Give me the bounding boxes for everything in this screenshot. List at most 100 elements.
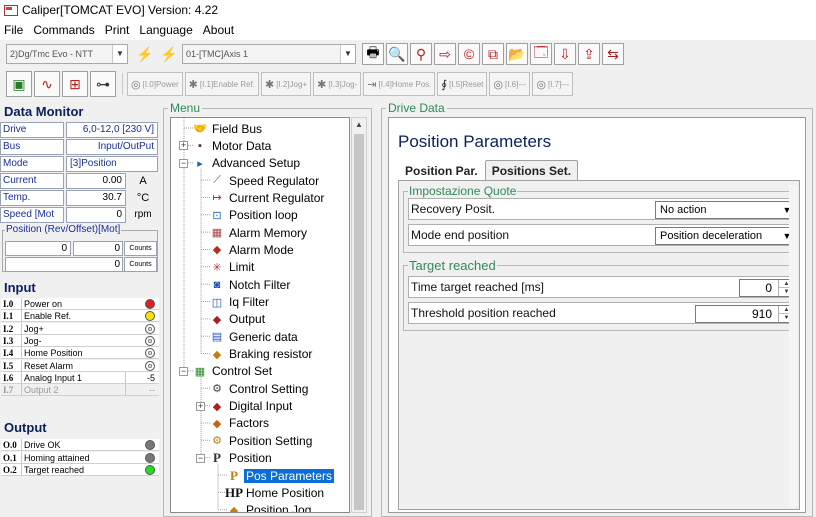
- disconnect-icon[interactable]: ⚡: [134, 43, 156, 65]
- reset-icon: ∮: [441, 78, 448, 91]
- menu-scrollbar[interactable]: ▲: [351, 117, 367, 513]
- tree-item-position-jog[interactable]: ◆ Position Jog: [227, 502, 313, 512]
- power-button[interactable]: ◎ [I.0]Power: [127, 72, 183, 96]
- tree-item-field-bus[interactable]: 🤝 Field Bus: [193, 120, 264, 137]
- tree-item-label: Alarm Memory: [229, 225, 308, 240]
- data-monitor-title: Data Monitor: [4, 104, 84, 119]
- menu-print[interactable]: Print: [105, 23, 130, 37]
- collapse-icon[interactable]: −: [196, 453, 205, 463]
- expand-icon[interactable]: +: [179, 141, 188, 151]
- tree-item-digital-input[interactable]: ◆ Digital Input: [210, 398, 294, 415]
- jog-plus-button[interactable]: ✱ [I.2]Jog+: [261, 72, 312, 96]
- export-icon[interactable]: ⇪: [578, 43, 600, 65]
- dm-row-speed: Speed [Mot 0 rpm: [0, 207, 160, 223]
- chevron-down-icon[interactable]: ▼: [112, 45, 127, 63]
- connect-icon[interactable]: ⚡: [158, 43, 180, 65]
- collapse-icon[interactable]: −: [179, 366, 188, 376]
- monitor-icon[interactable]: ▣: [6, 71, 32, 97]
- input-row[interactable]: I.4 Home Position: [1, 347, 159, 360]
- tree-item-notch-filter[interactable]: ◙ Notch Filter: [210, 276, 292, 293]
- tree-item-braking-resistor[interactable]: ◆ Braking resistor: [210, 346, 314, 363]
- jog-minus-button[interactable]: ✱ [I.3]Jog-: [313, 72, 362, 96]
- input-row[interactable]: I.2 Jog+: [1, 322, 159, 335]
- tree-item-position[interactable]: P Position: [210, 450, 274, 467]
- field-label: Threshold position reached: [411, 306, 556, 320]
- download-icon[interactable]: ⇨: [434, 43, 456, 65]
- dm-unit: °C: [136, 192, 150, 204]
- input-row[interactable]: I.1 Enable Ref.: [1, 310, 159, 323]
- mode-end-position-select[interactable]: Position deceleration ▼: [655, 227, 795, 245]
- tree-item-alarm-mode[interactable]: ◆ Alarm Mode: [210, 241, 296, 258]
- tree-item-current-regulator[interactable]: ↦ Current Regulator: [210, 189, 326, 206]
- input-row[interactable]: I.3 Jog-: [1, 334, 159, 347]
- oscilloscope-icon[interactable]: ∿: [34, 71, 60, 97]
- drive-scrollbar[interactable]: [789, 185, 797, 507]
- menu-panel: Menu 🤝 Field Bus ▪ Motor Data + ▸ Advanced Set…: [163, 101, 372, 517]
- tree-item-generic-data[interactable]: ▤ Generic data: [210, 328, 300, 345]
- dm-label: Speed [Mot: [0, 207, 64, 223]
- time-target-reached-input[interactable]: 0 ▲ ▼: [739, 279, 795, 297]
- save-icon[interactable]: 🗔: [530, 43, 552, 65]
- chevron-down-icon[interactable]: ▼: [340, 45, 355, 63]
- position-loop-icon: ⊡: [212, 209, 222, 222]
- print-icon[interactable]: 🖶: [362, 43, 384, 65]
- tree-item-pos-parameters[interactable]: P Pos Parameters: [227, 467, 335, 484]
- scroll-thumb[interactable]: [354, 134, 364, 510]
- reset-button[interactable]: ∮ [I.5]Reset: [437, 72, 488, 96]
- threshold-position-input[interactable]: 910 ▲ ▼: [695, 305, 795, 323]
- toolbar-row-2: ▣ ∿ ⊞ ⊶ ◎ [I.0]Power ✱ [I.1]Enable Ref. ✱[…: [0, 69, 816, 99]
- collapse-icon[interactable]: −: [179, 158, 188, 168]
- menu-about[interactable]: About: [203, 23, 234, 37]
- enable-ref-button[interactable]: ✱ [I.1]Enable Ref.: [184, 72, 259, 96]
- dm-row-bus: Bus Input/OutPut: [0, 139, 160, 155]
- input-row[interactable]: I.0 Power on: [1, 298, 159, 310]
- tree-item-limit[interactable]: ✳ Limit: [210, 259, 256, 276]
- menu-tree[interactable]: 🤝 Field Bus ▪ Motor Data + ▸ Advanced Setup − ⟋ S…: [170, 117, 350, 513]
- input-row[interactable]: I.6 Analog Input 1 -5: [1, 371, 159, 384]
- upload-icon[interactable]: ©: [458, 43, 480, 65]
- input-value: --: [125, 384, 157, 397]
- tree-item-output[interactable]: ◆ Output: [210, 311, 267, 328]
- output-row: O.2 Target reached: [1, 464, 159, 476]
- tree-item-alarm-memory[interactable]: ▦ Alarm Memory: [210, 224, 309, 241]
- tree-item-iq-filter[interactable]: ◫ Iq Filter: [210, 294, 271, 311]
- compare-icon[interactable]: ⇆: [602, 43, 624, 65]
- tab-position-par[interactable]: Position Par.: [398, 160, 485, 180]
- menu-language[interactable]: Language: [139, 23, 192, 37]
- tree-item-control-set[interactable]: ▦ Control Set: [193, 363, 274, 380]
- open-folder-icon[interactable]: 📂: [506, 43, 528, 65]
- tree-item-advanced-setup[interactable]: ▸ Advanced Setup: [193, 155, 302, 172]
- chart-icon[interactable]: ⊞: [62, 71, 88, 97]
- tree-item-position-loop[interactable]: ⊡ Position loop: [210, 207, 300, 224]
- tree-item-home-position[interactable]: HP Home Position: [225, 484, 326, 501]
- tree-item-control-setting[interactable]: ⚙ Control Setting: [210, 380, 310, 397]
- enable-icon: ✱: [188, 78, 198, 91]
- print-preview-icon[interactable]: 🔍: [386, 43, 408, 65]
- import-icon[interactable]: ⇩: [554, 43, 576, 65]
- menu-file[interactable]: File: [4, 23, 23, 37]
- table-icon: ▤: [211, 331, 223, 344]
- tab-positions-set[interactable]: Positions Set.: [484, 160, 579, 180]
- axis-combo[interactable]: 01-[TMC]Axis 1 ▼: [182, 44, 356, 64]
- field-label: Recovery Posit.: [411, 202, 496, 216]
- input-row[interactable]: I.7 Output 2 --: [1, 384, 159, 397]
- network-icon[interactable]: ⊶: [90, 71, 116, 97]
- tree-item-speed-regulator[interactable]: ⟋ Speed Regulator: [210, 172, 321, 189]
- menu-commands[interactable]: Commands: [33, 23, 94, 37]
- i7-button[interactable]: ◎ [I.7]---: [532, 72, 574, 96]
- copy-icon[interactable]: ⧉: [482, 43, 504, 65]
- input-row[interactable]: I.5 Reset Alarm: [1, 359, 159, 372]
- recovery-posit-select[interactable]: No action ▼: [655, 201, 795, 219]
- device-combo[interactable]: 2)Dg/Tmc Evo - NTT ▼: [6, 44, 128, 64]
- expand-icon[interactable]: +: [196, 401, 205, 411]
- tree-item-motor-data[interactable]: ▪ Motor Data: [193, 137, 273, 154]
- output-title: Output: [4, 420, 47, 435]
- tree-item-position-setting[interactable]: ⚙ Position Setting: [210, 432, 314, 449]
- i6-button[interactable]: ◎ [I.6]---: [489, 72, 531, 96]
- home-pos-button[interactable]: ⇥ [I.4]Home Pos.: [363, 72, 436, 96]
- tree-item-factors[interactable]: ◆ Factors: [210, 415, 271, 432]
- tree-item-label: Field Bus: [212, 121, 263, 136]
- scroll-up-icon[interactable]: ▲: [352, 118, 366, 132]
- parameter-icon[interactable]: ⚲: [410, 43, 432, 65]
- tree-item-label: Notch Filter: [229, 277, 291, 292]
